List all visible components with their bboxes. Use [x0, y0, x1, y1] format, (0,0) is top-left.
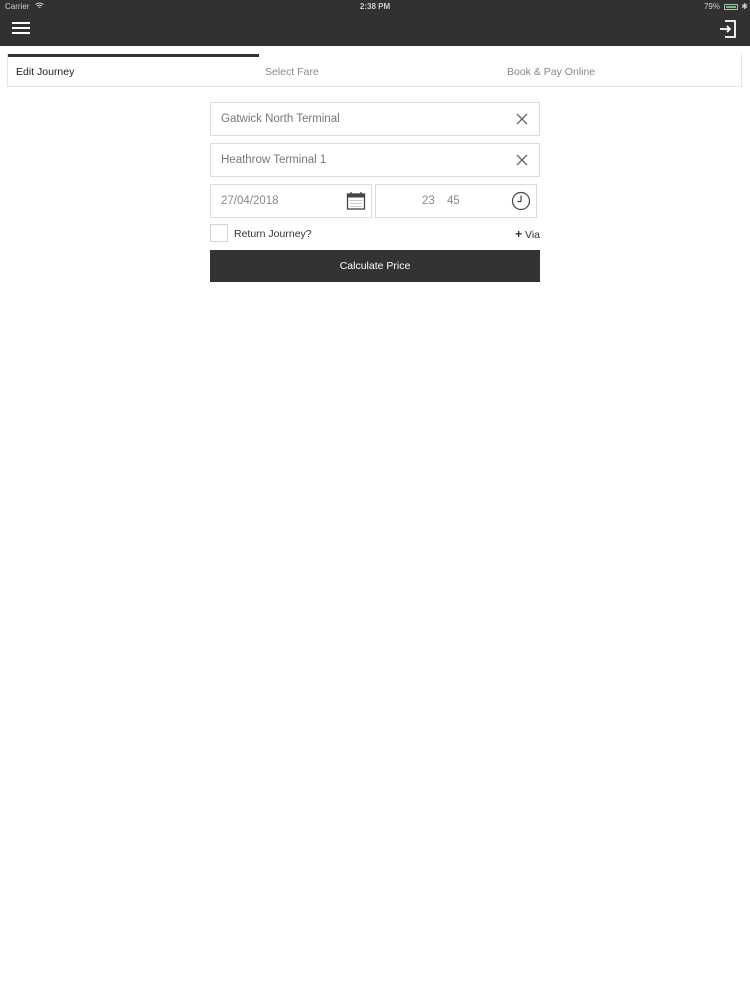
tab-select-fare[interactable]: Select Fare: [265, 66, 319, 78]
calendar-icon[interactable]: [346, 191, 366, 211]
close-icon[interactable]: [515, 153, 529, 167]
tab-edit-journey[interactable]: Edit Journey: [16, 66, 74, 78]
minute-value[interactable]: 45: [447, 195, 460, 207]
tab-book-pay-online[interactable]: Book & Pay Online: [507, 66, 595, 78]
calculate-price-button[interactable]: Calculate Price: [210, 250, 540, 282]
return-journey-checkbox[interactable]: [210, 224, 228, 242]
date-value: 27/04/2018: [221, 195, 279, 207]
date-field[interactable]: 27/04/2018: [210, 184, 372, 218]
status-bar: Carrier 2:38 PM 79% ✱: [0, 0, 750, 14]
return-journey-label: Return Journey?: [234, 228, 312, 240]
close-icon[interactable]: [515, 112, 529, 126]
dropoff-value: Heathrow Terminal 1: [221, 154, 327, 166]
add-via-button[interactable]: + Via: [515, 227, 540, 241]
status-time: 2:38 PM: [359, 2, 391, 11]
booking-steps: Edit Journey Select Fare Book & Pay Onli…: [7, 54, 742, 87]
plus-icon: +: [515, 227, 523, 241]
time-field[interactable]: 23 45: [375, 184, 537, 218]
top-bar: Carrier 2:38 PM 79% ✱: [0, 0, 750, 46]
bluetooth-icon: ✱: [741, 2, 748, 11]
pickup-value: Gatwick North Terminal: [221, 113, 340, 125]
hour-value[interactable]: 23: [422, 195, 435, 207]
hamburger-icon: [12, 22, 30, 24]
return-journey-row: Return Journey? + Via: [210, 224, 540, 244]
exit-button[interactable]: [718, 19, 738, 39]
dropoff-field[interactable]: Heathrow Terminal 1: [210, 143, 540, 177]
clock-icon[interactable]: [511, 191, 531, 211]
battery-icon: [724, 4, 738, 10]
sign-out-icon: [720, 20, 736, 38]
battery-percent: 79%: [703, 2, 720, 11]
pickup-field[interactable]: Gatwick North Terminal: [210, 102, 540, 136]
menu-button[interactable]: [12, 20, 32, 36]
step-progress-bar: [8, 54, 259, 57]
